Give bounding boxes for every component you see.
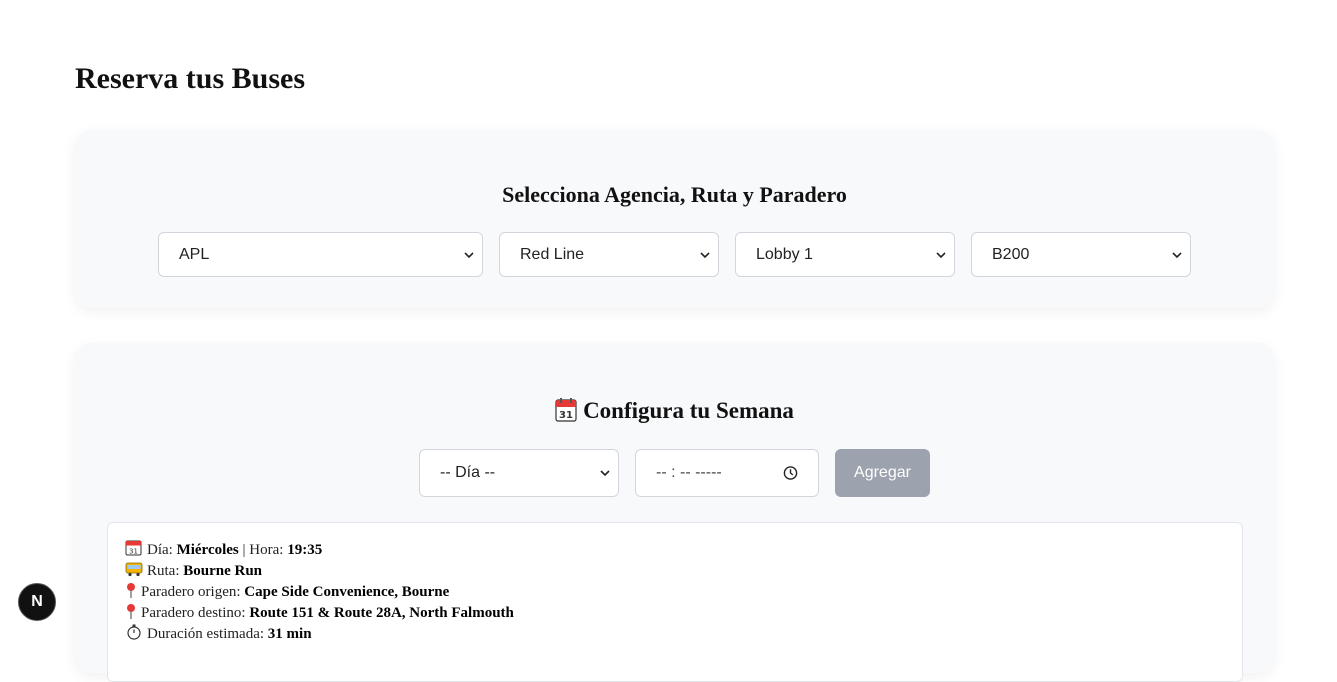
- calendar-icon: 31: [555, 398, 577, 422]
- day-select-value: -- Día --: [440, 464, 496, 481]
- route-select-value: Red Line: [520, 245, 585, 263]
- pin-icon: [127, 583, 135, 598]
- entry-origin-value: Cape Side Convenience, Bourne: [244, 584, 450, 600]
- calendar-icon: 31: [125, 540, 142, 556]
- entry-time-value: 19:35: [287, 542, 323, 558]
- time-input-placeholder: -- : -- -----: [656, 464, 722, 481]
- chevron-down-icon: [1172, 251, 1182, 258]
- entry-day-line: 31 Día: Miércoles | Hora: 19:35: [125, 540, 322, 561]
- dev-tools-badge-letter: N: [31, 593, 43, 610]
- stop-select-value: Lobby 1: [756, 245, 813, 263]
- clock-icon[interactable]: [783, 466, 798, 481]
- pin-icon: [127, 604, 135, 619]
- svg-text:31: 31: [129, 548, 138, 556]
- time-input[interactable]: -- : -- -----: [635, 449, 819, 497]
- entry-route-value: Bourne Run: [183, 563, 263, 579]
- bus-select[interactable]: B200: [971, 232, 1191, 277]
- entry-duration-line: Duración estimada: 31 min: [125, 624, 312, 645]
- week-card: 31 Configura tu Semana -- Día -- -- : --…: [75, 343, 1274, 682]
- entry-origin-line: Paradero origen: Cape Side Convenience, …: [125, 582, 449, 603]
- chevron-down-icon: [600, 470, 610, 477]
- selection-card: Selecciona Agencia, Ruta y Paradero APL …: [75, 130, 1274, 308]
- chevron-down-icon: [464, 251, 474, 258]
- page-title: Reserva tus Buses: [75, 62, 305, 95]
- week-heading: 31 Configura tu Semana: [75, 395, 1274, 427]
- stop-select[interactable]: Lobby 1: [735, 232, 955, 277]
- agency-select-value: APL: [179, 245, 210, 263]
- entry-destination-line: Paradero destino: Route 151 & Route 28A,…: [125, 603, 514, 624]
- schedule-entry: 31 Día: Miércoles | Hora: 19:35 Ruta: Bo…: [107, 522, 1243, 682]
- add-button[interactable]: Agregar: [835, 449, 930, 497]
- week-heading-text: Configura tu Semana: [583, 398, 794, 423]
- route-select[interactable]: Red Line: [499, 232, 719, 277]
- stopwatch-icon: [127, 624, 141, 640]
- entry-day-value: Miércoles: [176, 542, 239, 558]
- selection-heading: Selecciona Agencia, Ruta y Paradero: [502, 182, 847, 207]
- entry-route-line: Ruta: Bourne Run: [125, 561, 262, 582]
- entry-duration-value: 31 min: [267, 626, 312, 642]
- svg-text:31: 31: [559, 410, 573, 421]
- dev-tools-badge[interactable]: N: [18, 583, 56, 621]
- bus-icon: [125, 562, 143, 577]
- agency-select[interactable]: APL: [158, 232, 483, 277]
- day-select[interactable]: -- Día --: [419, 449, 619, 497]
- entry-destination-value: Route 151 & Route 28A, North Falmouth: [249, 605, 514, 621]
- bus-select-value: B200: [992, 245, 1030, 263]
- chevron-down-icon: [936, 251, 946, 258]
- chevron-down-icon: [700, 251, 710, 258]
